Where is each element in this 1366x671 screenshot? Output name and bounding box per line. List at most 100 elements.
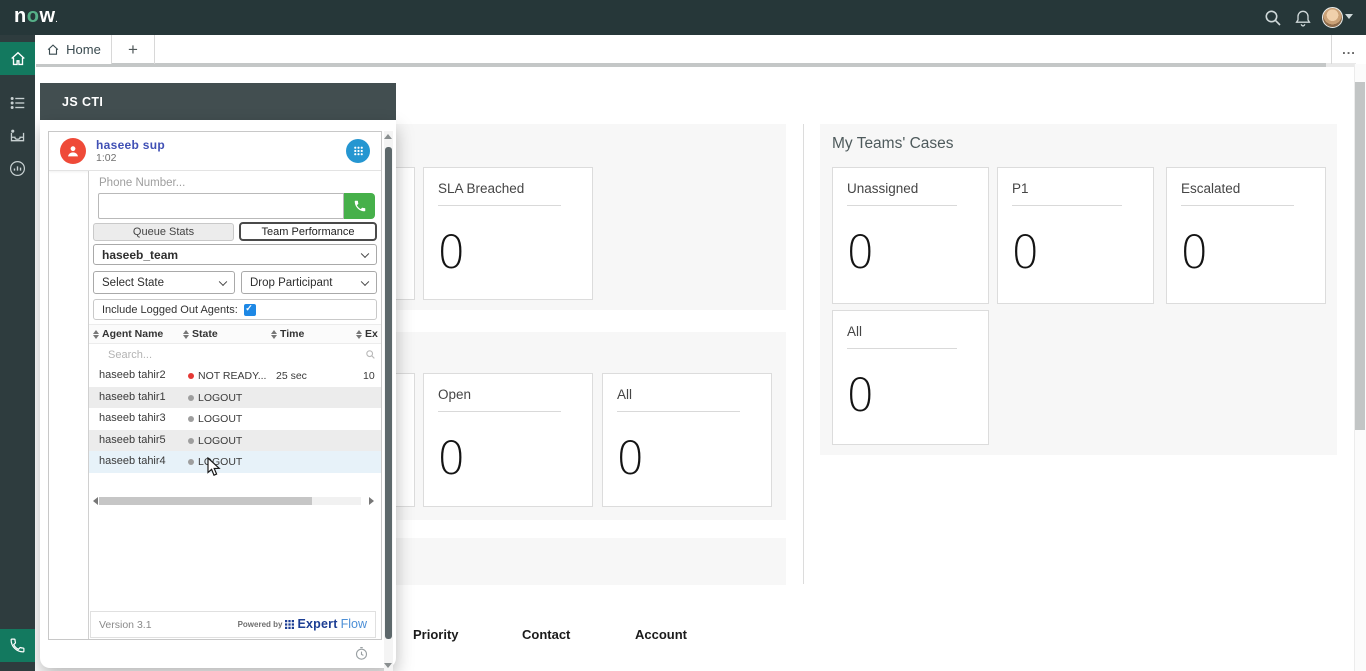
agent-avatar-icon bbox=[60, 138, 86, 164]
card-open[interactable]: Open 0 bbox=[423, 373, 593, 507]
left-icon-sidebar bbox=[0, 35, 35, 671]
include-logged-out-checkbox[interactable] bbox=[244, 304, 256, 316]
card-title: Open bbox=[438, 387, 578, 402]
card-teams-all[interactable]: All 0 bbox=[832, 310, 989, 445]
agent-table-header: Agent Name State Time Ex bbox=[89, 324, 382, 344]
mouse-cursor bbox=[207, 457, 222, 483]
home-tab-icon bbox=[46, 43, 60, 57]
state-select[interactable]: Select State bbox=[93, 271, 235, 294]
card-p1[interactable]: P1 0 bbox=[997, 167, 1154, 304]
column-header-account[interactable]: Account bbox=[635, 627, 687, 642]
phone-icon bbox=[353, 199, 367, 213]
tab-overflow-more-button[interactable]: ... bbox=[1331, 35, 1366, 64]
cti-window-title: JS CTI bbox=[62, 95, 103, 109]
horizontal-page-scrollbar[interactable] bbox=[36, 63, 1356, 67]
scroll-up-arrow-icon[interactable] bbox=[384, 134, 392, 139]
sort-header-ext[interactable]: Ex bbox=[356, 328, 378, 340]
sidebar-item-home[interactable] bbox=[0, 42, 35, 75]
card-title: All bbox=[847, 324, 974, 339]
user-menu-caret-icon[interactable] bbox=[1345, 14, 1353, 19]
sort-icon bbox=[183, 330, 189, 339]
tab-home[interactable]: Home bbox=[36, 35, 112, 64]
sort-header-agent-name[interactable]: Agent Name bbox=[93, 328, 163, 340]
scroll-right-arrow-icon[interactable] bbox=[369, 497, 374, 505]
status-dot-logout bbox=[188, 416, 194, 422]
cti-scrollbar-thumb[interactable] bbox=[385, 147, 392, 639]
sort-header-state[interactable]: State bbox=[183, 328, 218, 340]
servicenow-logo: now. bbox=[14, 5, 58, 28]
drop-participant-select[interactable]: Drop Participant bbox=[241, 271, 377, 294]
agent-row[interactable]: haseeb tahir1 LOGOUT bbox=[89, 387, 382, 409]
chevron-down-icon bbox=[361, 277, 369, 285]
card-value: 0 bbox=[846, 373, 988, 418]
sort-icon bbox=[93, 330, 99, 339]
user-avatar[interactable] bbox=[1322, 7, 1343, 28]
phone-number-input[interactable] bbox=[98, 193, 344, 219]
column-header-contact[interactable]: Contact bbox=[522, 627, 570, 642]
card-title: All bbox=[617, 387, 757, 402]
cti-panel: haseeb sup 1:02 Phone Number... Queue St… bbox=[40, 120, 396, 668]
card-title: Unassigned bbox=[847, 181, 974, 196]
agent-state-timer: 1:02 bbox=[96, 152, 116, 164]
home-tab-label: Home bbox=[66, 42, 101, 57]
vertical-scrollbar-thumb[interactable] bbox=[1355, 82, 1365, 430]
cti-content-area: Phone Number... Queue Stats Team Perform… bbox=[88, 171, 382, 640]
sort-header-time[interactable]: Time bbox=[271, 328, 304, 340]
top-navigation-bar: now. bbox=[0, 0, 1366, 35]
include-logged-out-label: Include Logged Out Agents: bbox=[102, 304, 238, 316]
queue-stats-button[interactable]: Queue Stats bbox=[93, 223, 234, 241]
powered-by-brand: Powered by ExpertFlow bbox=[238, 617, 367, 631]
sort-icon bbox=[271, 330, 277, 339]
cti-agent-header: haseeb sup 1:02 bbox=[49, 132, 381, 171]
agent-search-input[interactable] bbox=[98, 346, 360, 364]
card-sla-breached[interactable]: SLA Breached 0 bbox=[423, 167, 593, 300]
agent-row[interactable]: haseeb tahir2 NOT READY...25 sec10 bbox=[89, 365, 382, 387]
scroll-down-arrow-icon[interactable] bbox=[384, 663, 392, 668]
agent-search-row bbox=[89, 344, 382, 366]
chevron-down-icon bbox=[361, 249, 369, 257]
call-button[interactable] bbox=[344, 193, 375, 219]
tab-strip bbox=[35, 35, 1366, 63]
status-dot-logout bbox=[188, 459, 194, 465]
search-icon[interactable] bbox=[1263, 8, 1283, 28]
include-logged-out-row: Include Logged Out Agents: bbox=[93, 299, 377, 320]
expertflow-grid-icon bbox=[285, 620, 294, 629]
cti-vertical-scrollbar[interactable] bbox=[384, 131, 393, 671]
my-teams-cases-title: My Teams' Cases bbox=[832, 135, 954, 153]
sidebar-item-inbox-icon[interactable] bbox=[0, 119, 35, 152]
agent-table-horizontal-scrollbar[interactable] bbox=[89, 493, 382, 507]
card-escalated[interactable]: Escalated 0 bbox=[1166, 167, 1326, 304]
card-title: SLA Breached bbox=[438, 181, 578, 196]
sidebar-item-analytics-icon[interactable] bbox=[0, 152, 35, 185]
dialpad-icon bbox=[352, 145, 365, 158]
card-value: 0 bbox=[1011, 230, 1153, 275]
card-value: 0 bbox=[437, 436, 592, 481]
section-divider bbox=[803, 124, 804, 584]
timer-clock-icon[interactable] bbox=[354, 646, 369, 666]
card-title: P1 bbox=[1012, 181, 1139, 196]
agent-row[interactable]: haseeb tahir5 LOGOUT bbox=[89, 430, 382, 452]
team-performance-button[interactable]: Team Performance bbox=[239, 222, 377, 241]
cti-inner-card: haseeb sup 1:02 Phone Number... Queue St… bbox=[48, 131, 382, 640]
card-all[interactable]: All 0 bbox=[602, 373, 772, 507]
card-value: 0 bbox=[1180, 230, 1325, 275]
column-header-priority[interactable]: Priority bbox=[413, 627, 459, 642]
dialpad-button[interactable] bbox=[346, 139, 370, 163]
cti-window-titlebar[interactable]: JS CTI bbox=[40, 83, 396, 120]
horizontal-scrollbar-thumb[interactable] bbox=[99, 497, 312, 505]
notifications-bell-icon[interactable] bbox=[1293, 8, 1313, 28]
drop-participant-value: Drop Participant bbox=[250, 277, 332, 289]
team-select[interactable]: haseeb_team bbox=[93, 244, 377, 265]
sidebar-item-lists-icon[interactable] bbox=[0, 86, 35, 119]
cti-footer: Version 3.1 Powered by ExpertFlow bbox=[90, 611, 376, 638]
agent-row[interactable]: haseeb tahir3 LOGOUT bbox=[89, 408, 382, 430]
card-unassigned[interactable]: Unassigned 0 bbox=[832, 167, 989, 304]
phone-number-label: Phone Number... bbox=[99, 177, 185, 189]
scroll-left-arrow-icon[interactable] bbox=[93, 497, 98, 505]
team-select-value: haseeb_team bbox=[102, 248, 178, 262]
agent-row-hovered[interactable]: haseeb tahir4 LOGOUT bbox=[89, 451, 382, 473]
new-tab-button[interactable]: + bbox=[112, 35, 155, 64]
sidebar-item-phone[interactable] bbox=[0, 629, 35, 662]
status-dot-logout bbox=[188, 438, 194, 444]
status-dot-logout bbox=[188, 395, 194, 401]
